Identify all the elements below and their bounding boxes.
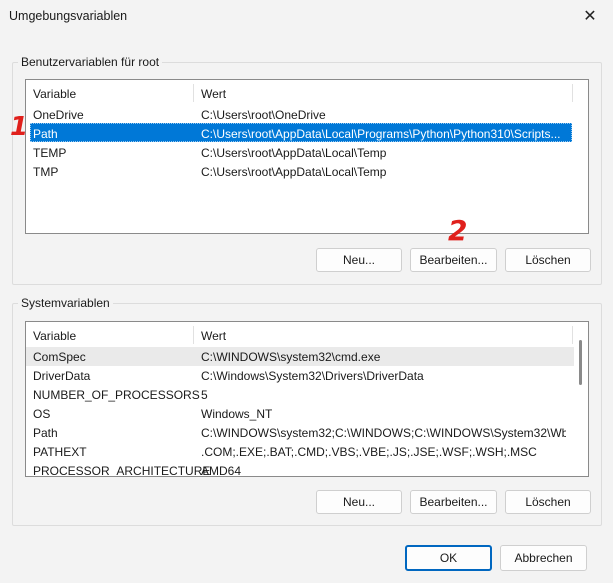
window-title: Umgebungsvariablen: [9, 9, 128, 23]
column-header-variable[interactable]: Variable: [33, 87, 76, 101]
variable-name: TEMP: [33, 146, 67, 160]
system-list-header: Variable Wert: [26, 322, 588, 348]
variable-value: C:\WINDOWS\system32;C:\WINDOWS;C:\WINDOW…: [201, 426, 566, 440]
variable-value: AMD64: [201, 464, 242, 477]
variable-value: 5: [201, 388, 208, 402]
column-header-value[interactable]: Wert: [201, 329, 226, 343]
cancel-button[interactable]: Abbrechen: [500, 545, 587, 571]
variable-value: C:\Windows\System32\Drivers\DriverData: [201, 369, 424, 383]
variable-value: C:\Users\root\OneDrive: [201, 108, 326, 122]
column-separator[interactable]: [572, 326, 573, 344]
column-separator[interactable]: [193, 84, 194, 102]
table-row[interactable]: ComSpec C:\WINDOWS\system32\cmd.exe: [26, 347, 574, 366]
column-header-variable[interactable]: Variable: [33, 329, 76, 343]
variable-name: Path: [33, 127, 58, 141]
variable-name: Path: [33, 426, 58, 440]
variable-name: NUMBER_OF_PROCESSORS: [33, 388, 200, 402]
system-delete-button[interactable]: Löschen: [505, 490, 591, 514]
variable-value: C:\WINDOWS\system32\cmd.exe: [201, 350, 381, 364]
user-delete-button[interactable]: Löschen: [505, 248, 591, 272]
table-row[interactable]: OS Windows_NT: [26, 404, 588, 423]
variable-value: C:\Users\root\AppData\Local\Temp: [201, 165, 387, 179]
column-header-value[interactable]: Wert: [201, 87, 226, 101]
table-row[interactable]: NUMBER_OF_PROCESSORS 5: [26, 385, 588, 404]
title-bar: Umgebungsvariablen ✕: [0, 0, 613, 32]
table-row[interactable]: TEMP C:\Users\root\AppData\Local\Temp: [26, 143, 588, 162]
close-icon[interactable]: ✕: [567, 0, 613, 32]
variable-name: TMP: [33, 165, 59, 179]
user-edit-button[interactable]: Bearbeiten...: [410, 248, 497, 272]
column-separator[interactable]: [193, 326, 194, 344]
annotation-number-one: 1: [10, 112, 29, 142]
variable-name: PROCESSOR_ARCHITECTURE: [33, 464, 211, 477]
variable-name: OS: [33, 407, 51, 421]
table-row[interactable]: OneDrive C:\Users\root\OneDrive: [26, 105, 588, 124]
variable-name: PATHEXT: [33, 445, 87, 459]
table-row-selected[interactable]: Path C:\Users\root\AppData\Local\Program…: [30, 123, 572, 142]
scrollbar-thumb[interactable]: [579, 340, 582, 385]
system-edit-button[interactable]: Bearbeiten...: [410, 490, 497, 514]
user-list-header: Variable Wert: [26, 80, 588, 106]
variable-name: DriverData: [33, 369, 91, 383]
column-separator[interactable]: [572, 84, 573, 102]
system-variables-list[interactable]: Variable Wert ComSpec C:\WINDOWS\system3…: [25, 321, 589, 477]
user-variables-group-label: Benutzervariablen für root: [18, 55, 163, 69]
table-row[interactable]: TMP C:\Users\root\AppData\Local\Temp: [26, 162, 588, 181]
table-row[interactable]: DriverData C:\Windows\System32\Drivers\D…: [26, 366, 588, 385]
system-new-button[interactable]: Neu...: [316, 490, 402, 514]
vertical-scrollbar[interactable]: [574, 322, 588, 476]
ok-button[interactable]: OK: [405, 545, 492, 571]
table-row[interactable]: PROCESSOR_ARCHITECTURE AMD64: [26, 461, 588, 477]
variable-value: C:\Users\root\AppData\Local\Programs\Pyt…: [201, 127, 561, 141]
variable-name: OneDrive: [33, 108, 84, 122]
user-new-button[interactable]: Neu...: [316, 248, 402, 272]
table-row[interactable]: Path C:\WINDOWS\system32;C:\WINDOWS;C:\W…: [26, 423, 588, 442]
table-row[interactable]: PATHEXT .COM;.EXE;.BAT;.CMD;.VBS;.VBE;.J…: [26, 442, 588, 461]
user-variables-list[interactable]: Variable Wert OneDrive C:\Users\root\One…: [25, 79, 589, 234]
system-variables-group-label: Systemvariablen: [18, 296, 113, 310]
variable-name: ComSpec: [33, 350, 86, 364]
annotation-number-two: 2: [448, 214, 468, 247]
variable-value: .COM;.EXE;.BAT;.CMD;.VBS;.VBE;.JS;.JSE;.…: [201, 445, 537, 459]
variable-value: C:\Users\root\AppData\Local\Temp: [201, 146, 387, 160]
variable-value: Windows_NT: [201, 407, 273, 421]
